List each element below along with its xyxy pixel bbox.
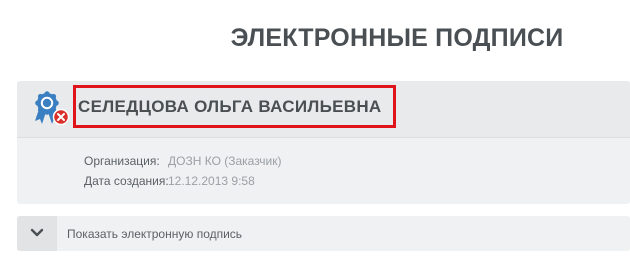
created-date-label: Дата создания: [84,174,169,188]
signature-header: СЕЛЕДЦОВА ОЛЬГА ВАСИЛЬЕВНА [17,81,630,138]
detail-row-created-date: Дата создания: 12.12.2013 9:58 [84,171,282,191]
signature-details: Организация: ДОЗН КО (Заказчик) Дата соз… [84,151,282,191]
created-date-value: 12.12.2013 9:58 [168,174,255,188]
signature-card: СЕЛЕДЦОВА ОЛЬГА ВАСИЛЬЕВНА Организация: … [17,81,630,204]
detail-row-organization: Организация: ДОЗН КО (Заказчик) [84,151,282,171]
show-signature-label[interactable]: Показать электронную подпись [67,226,242,242]
show-signature-toggle[interactable]: Показать электронную подпись [17,216,630,251]
certificate-invalid-icon [31,91,71,129]
signer-name: СЕЛЕДЦОВА ОЛЬГА ВАСИЛЬЕВНА [78,97,382,116]
chevron-down-icon [30,228,44,237]
organization-label: Организация: [84,154,160,168]
organization-value: ДОЗН КО (Заказчик) [168,154,282,168]
chevron-button[interactable] [17,216,57,251]
page-title: ЭЛЕКТРОННЫЕ ПОДПИСИ [230,24,564,52]
